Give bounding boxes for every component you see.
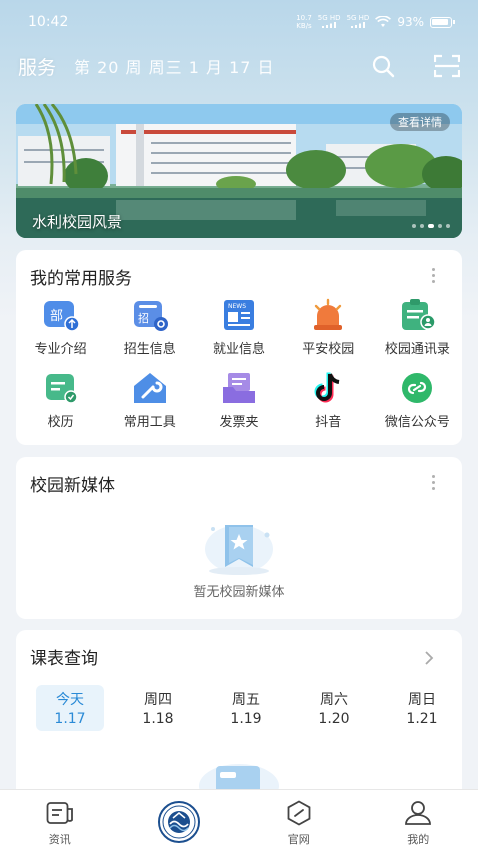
class-schedule-card: 课表查询 今天 1.17 周四 1.18 周五 1.19 周六 1.20 周日 … xyxy=(16,630,462,800)
service-wechat-official[interactable]: 微信公众号 xyxy=(373,371,462,430)
day-saturday[interactable]: 周六 1.20 xyxy=(300,685,368,731)
nav-news[interactable]: 资讯 xyxy=(0,790,120,850)
scan-icon[interactable] xyxy=(434,53,460,79)
tools-icon xyxy=(131,371,169,405)
carousel-dot xyxy=(438,224,442,228)
contacts-icon xyxy=(398,298,437,332)
status-bar: 10:42 10.7 KB/s 5G HD 5G HD 93% xyxy=(0,0,478,44)
service-douyin[interactable]: 抖音 xyxy=(284,371,373,430)
profile-icon xyxy=(403,799,433,827)
page-title: 服务 xyxy=(18,56,57,79)
battery-percent: 93% xyxy=(397,15,424,29)
day-selector: 今天 1.17 周四 1.18 周五 1.19 周六 1.20 周日 1.21 xyxy=(36,685,456,731)
day-sunday[interactable]: 周日 1.21 xyxy=(388,685,456,731)
day-thursday[interactable]: 周四 1.18 xyxy=(124,685,192,731)
employment-news-icon: NEWS xyxy=(220,298,258,332)
service-employment[interactable]: NEWS 就业信息 xyxy=(194,298,283,357)
empty-state: 暂无校园新媒体 xyxy=(16,515,462,600)
wifi-icon xyxy=(375,16,392,27)
search-icon[interactable] xyxy=(370,53,396,79)
news-icon xyxy=(45,799,75,827)
campus-banner[interactable]: 查看详情 水利校园风景 xyxy=(16,104,462,238)
service-calendar[interactable]: 校历 xyxy=(16,371,105,430)
day-today[interactable]: 今天 1.17 xyxy=(36,685,104,731)
page-header: 服务 第 20 周 周三 1 月 17 日 xyxy=(18,52,460,80)
more-options-icon[interactable] xyxy=(426,475,440,490)
carousel-dot xyxy=(446,224,450,228)
douyin-icon xyxy=(309,371,347,405)
sim2-signal-icon: 5G HD xyxy=(347,14,369,30)
service-invoice[interactable]: 发票夹 xyxy=(194,371,283,430)
banner-caption: 水利校园风景 xyxy=(32,213,123,231)
alarm-light-icon xyxy=(309,298,347,332)
carousel-dot xyxy=(412,224,416,228)
carousel-dot xyxy=(420,224,424,228)
common-services-card: 我的常用服务 部 专业介绍 招 招生信息 NEWS 就业信息 平安校园 校园通讯… xyxy=(16,250,462,445)
campus-new-media-card: 校园新媒体 暂无校园新媒体 xyxy=(16,457,462,619)
svg-text:NEWS: NEWS xyxy=(228,303,246,310)
website-icon xyxy=(284,799,314,827)
view-details-button[interactable]: 查看详情 xyxy=(390,113,450,131)
empty-bookmark-icon xyxy=(205,525,273,575)
service-contacts[interactable]: 校园通讯录 xyxy=(373,298,462,357)
service-major-intro[interactable]: 部 专业介绍 xyxy=(16,298,105,357)
nav-home-logo[interactable] xyxy=(120,790,240,850)
network-speed: 10.7 KB/s xyxy=(296,14,312,30)
empty-state-text: 暂无校园新媒体 xyxy=(193,585,285,600)
nav-profile[interactable]: 我的 xyxy=(359,790,478,850)
svg-text:部: 部 xyxy=(50,309,63,324)
sim1-signal-icon: 5G HD xyxy=(318,14,341,30)
carousel-indicator xyxy=(412,224,450,228)
more-options-icon[interactable] xyxy=(426,268,440,283)
bottom-navigation: 资讯 官网 我的 xyxy=(0,789,478,850)
week-date: 第 20 周 周三 1 月 17 日 xyxy=(74,58,275,77)
school-logo-icon xyxy=(158,801,201,843)
services-title: 我的常用服务 xyxy=(30,269,132,289)
major-intro-icon: 部 xyxy=(42,298,80,332)
enrollment-icon: 招 xyxy=(131,298,169,332)
status-indicators: 10.7 KB/s 5G HD 5G HD 93% xyxy=(296,14,455,30)
carousel-dot-active xyxy=(428,224,434,228)
wechat-official-icon xyxy=(398,371,436,405)
calendar-icon xyxy=(42,371,80,405)
service-safe-campus[interactable]: 平安校园 xyxy=(284,298,373,357)
invoice-folder-icon xyxy=(220,371,258,405)
service-tools[interactable]: 常用工具 xyxy=(105,371,194,430)
new-media-title: 校园新媒体 xyxy=(30,476,115,496)
chevron-right-icon[interactable] xyxy=(424,650,434,666)
day-friday[interactable]: 周五 1.19 xyxy=(212,685,280,731)
schedule-title: 课表查询 xyxy=(30,649,98,669)
nav-website[interactable]: 官网 xyxy=(239,790,359,850)
service-enrollment[interactable]: 招 招生信息 xyxy=(105,298,194,357)
status-time: 10:42 xyxy=(28,14,69,30)
svg-text:招: 招 xyxy=(138,311,149,325)
battery-icon xyxy=(430,16,455,28)
